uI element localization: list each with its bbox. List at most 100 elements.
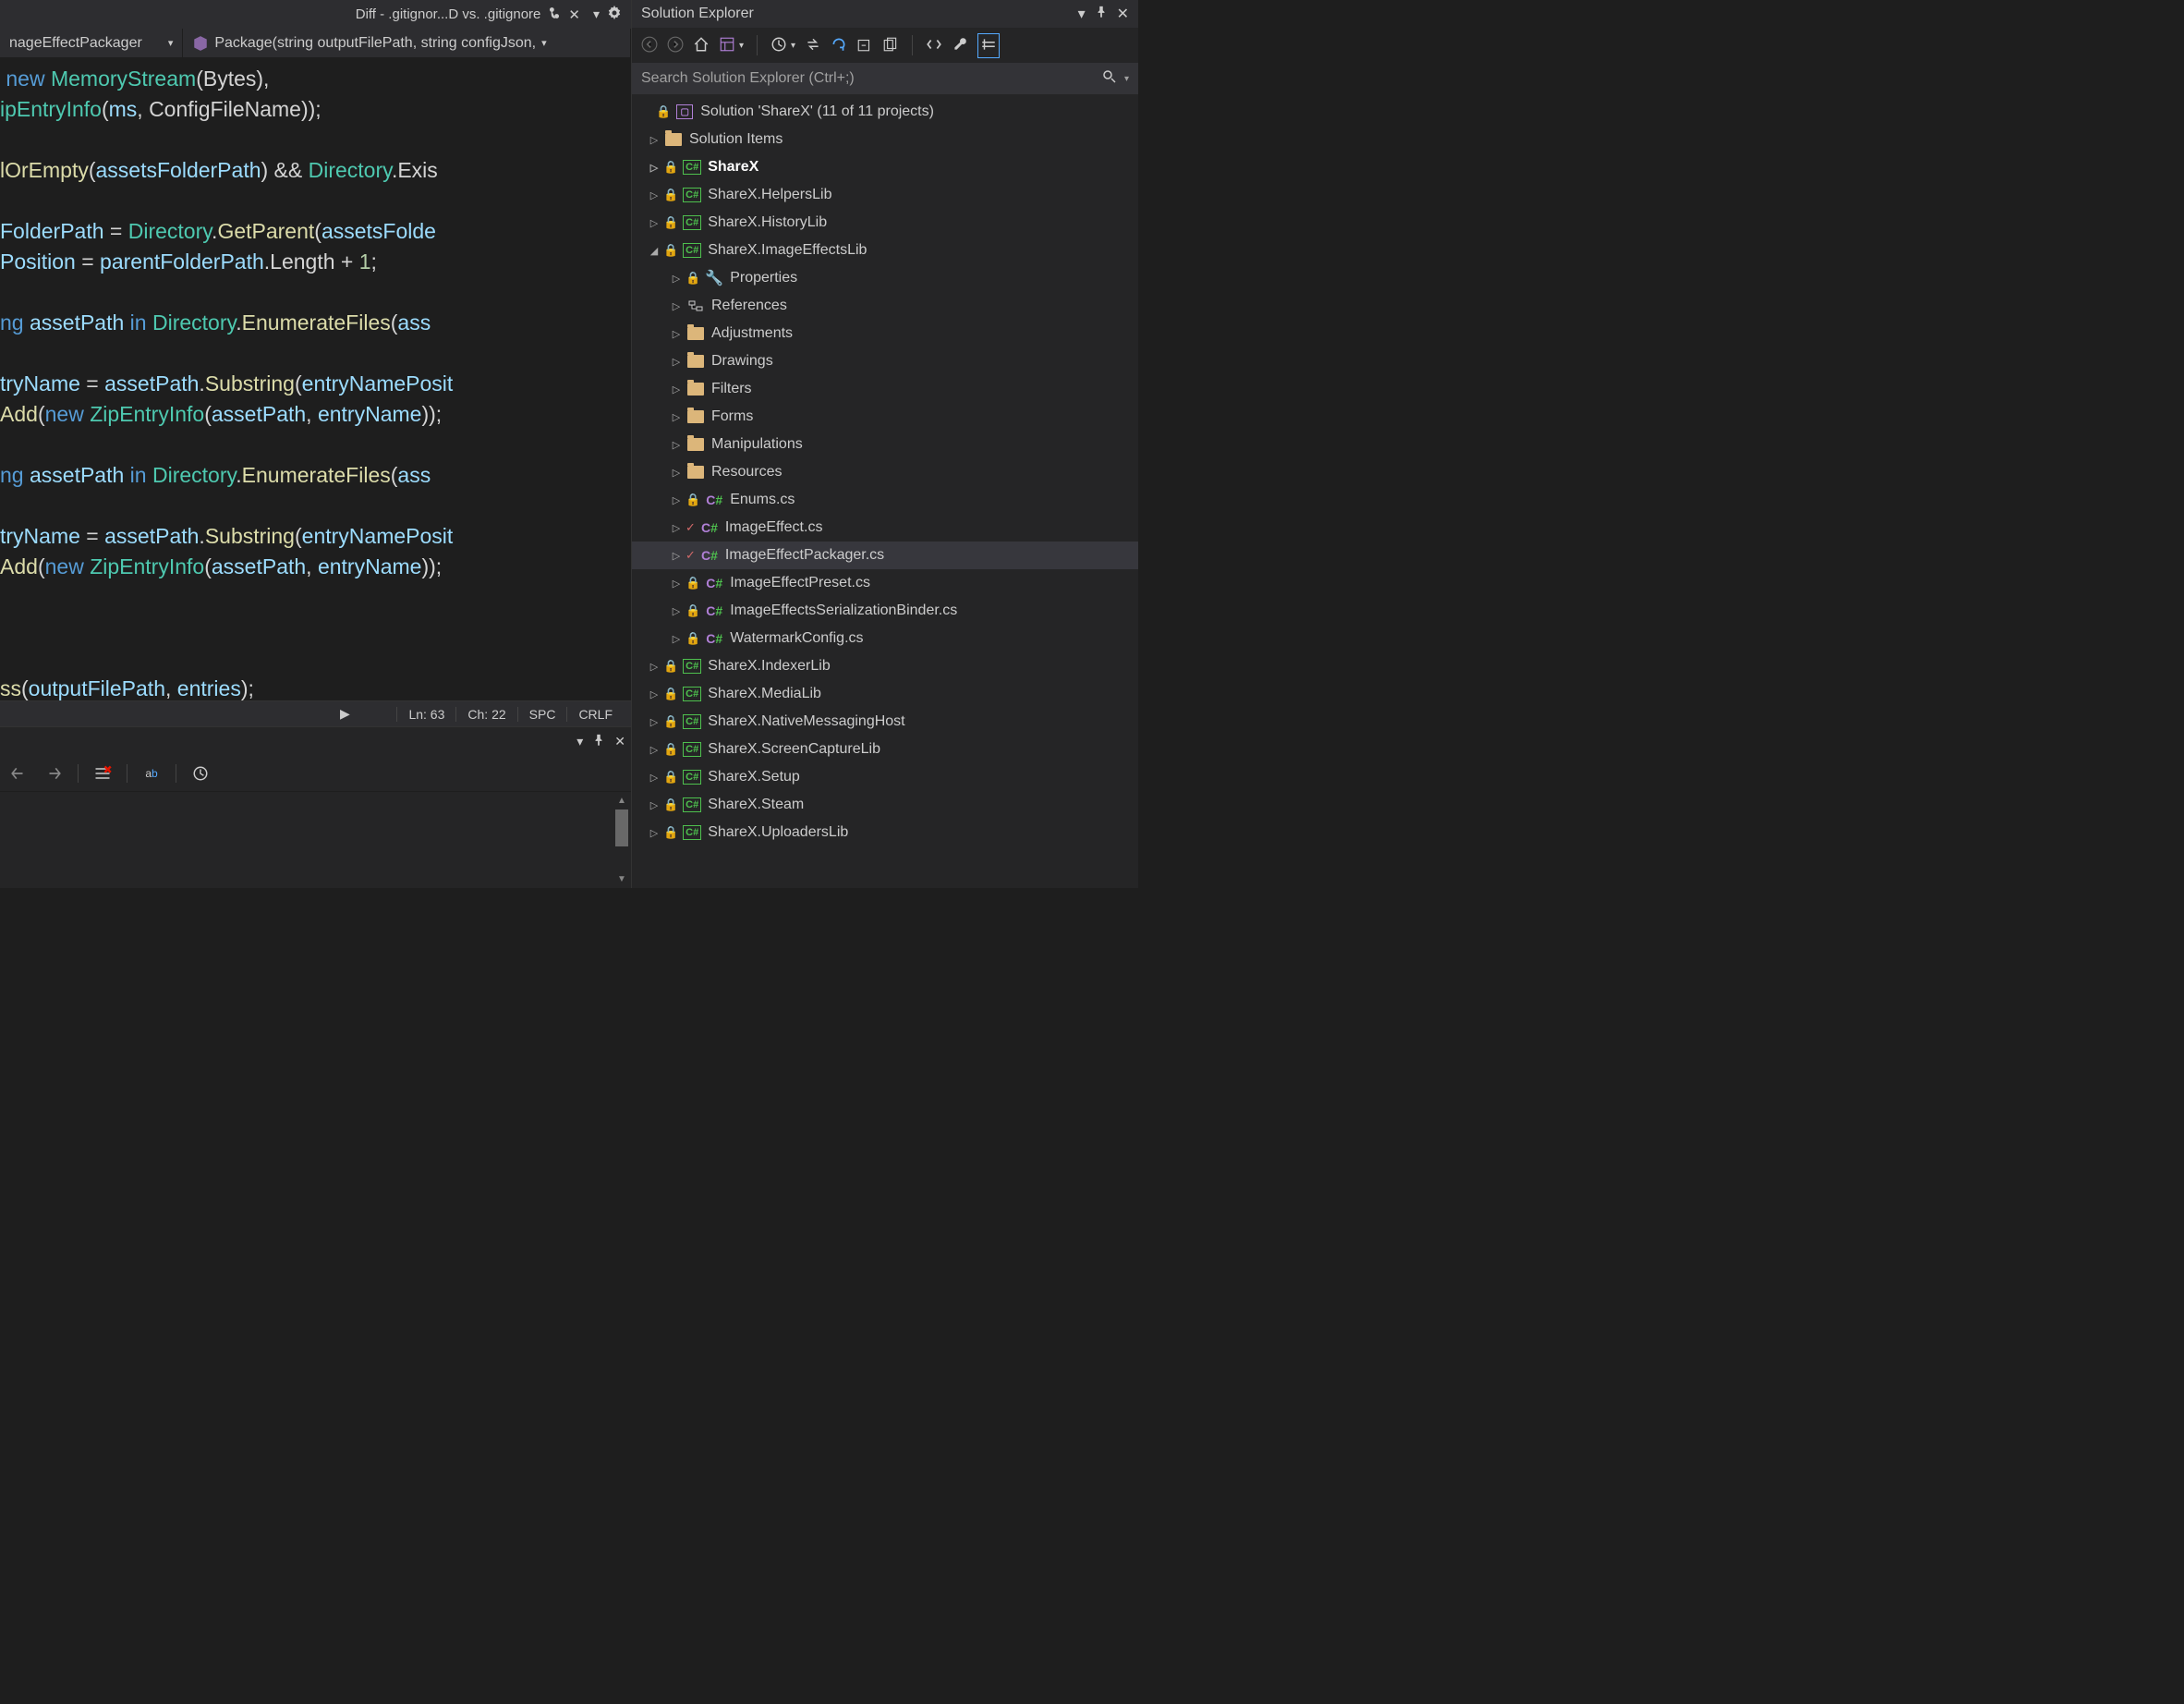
tree-row[interactable]: ▷✓C#ImageEffectPackager.cs <box>632 542 1138 569</box>
switch-views-icon[interactable] <box>719 36 735 55</box>
sync-icon[interactable] <box>805 36 821 55</box>
lock-icon: 🔒 <box>686 631 700 646</box>
tree-row[interactable]: ▷🔒C#ImageEffectPreset.cs <box>632 569 1138 597</box>
prev-change-icon[interactable] <box>7 762 30 785</box>
tree-row[interactable]: ▷🔒C#ShareX.NativeMessagingHost <box>632 708 1138 736</box>
tree-row[interactable]: ▷Manipulations <box>632 431 1138 458</box>
pending-changes-icon[interactable] <box>770 36 787 55</box>
panel-close-icon[interactable]: ✕ <box>1117 5 1129 23</box>
tree-label: Adjustments <box>711 325 793 342</box>
tree-row[interactable]: ▷Filters <box>632 375 1138 403</box>
lock-icon: 🔒 <box>663 659 678 674</box>
tree-row[interactable]: ▷Solution Items <box>632 126 1138 153</box>
tree-row[interactable]: ▷🔒🔧Properties <box>632 264 1138 292</box>
tree-row[interactable]: ▷🔒C#ShareX.MediaLib <box>632 680 1138 708</box>
panel-dropdown-icon[interactable]: ▾ <box>1078 5 1086 23</box>
tree-row[interactable]: ▷References <box>632 292 1138 320</box>
tree-label: ShareX.NativeMessagingHost <box>708 713 904 730</box>
tree-row[interactable]: ▷🔒C#ShareX.HelpersLib <box>632 181 1138 209</box>
toolbar-dropdown-icon[interactable]: ▾ <box>739 41 744 51</box>
status-col[interactable]: Ch: 22 <box>455 707 516 722</box>
tree-row[interactable]: ▷Forms <box>632 403 1138 431</box>
csh-icon: C# <box>682 243 702 258</box>
forward-icon[interactable] <box>667 36 684 55</box>
search-placeholder: Search Solution Explorer (Ctrl+;) <box>641 70 855 87</box>
status-eol[interactable]: CRLF <box>566 707 624 722</box>
tab-settings-icon[interactable] <box>607 6 622 23</box>
solution-root[interactable]: 🔒 ▢ Solution 'ShareX' (11 of 11 projects… <box>632 98 1138 126</box>
csh-icon: C# <box>682 215 702 230</box>
search-icon[interactable] <box>1102 69 1117 89</box>
tree-row[interactable]: ▷🔒C#ShareX.Setup <box>632 763 1138 791</box>
code-editor[interactable]: new MemoryStream(Bytes),ipEntryInfo(ms, … <box>0 58 631 700</box>
tree-row[interactable]: ▷🔒C#ShareX <box>632 153 1138 181</box>
cs-icon: C# <box>704 576 724 590</box>
history-icon[interactable] <box>189 762 212 785</box>
clear-list-icon[interactable] <box>91 762 114 785</box>
tree-row[interactable]: ▷Drawings <box>632 347 1138 375</box>
next-change-icon[interactable] <box>42 762 65 785</box>
tree-label: ShareX.ImageEffectsLib <box>708 242 867 259</box>
tree-label: Drawings <box>711 353 773 370</box>
tree-label: Solution Items <box>689 131 783 148</box>
tree-label: Properties <box>730 270 797 286</box>
tree-row[interactable]: ▷Resources <box>632 458 1138 486</box>
tree-row[interactable]: ▷🔒C#Enums.cs <box>632 486 1138 514</box>
tree-row[interactable]: ▷🔒C#WatermarkConfig.cs <box>632 625 1138 652</box>
home-icon[interactable] <box>693 36 710 55</box>
document-tab[interactable]: Diff - .gitignor...D vs. .gitignore ✕ <box>348 0 588 29</box>
tree-row[interactable]: ▷🔒C#ShareX.UploadersLib <box>632 819 1138 846</box>
status-line[interactable]: Ln: 63 <box>396 707 455 722</box>
tree-row[interactable]: ▷🔒C#ShareX.Steam <box>632 791 1138 819</box>
document-tab-bar: Diff - .gitignor...D vs. .gitignore ✕ ▾ <box>0 0 631 29</box>
tree-row[interactable]: ▷🔒C#ImageEffectsSerializationBinder.cs <box>632 597 1138 625</box>
find-replace-icon[interactable]: ab <box>140 762 163 785</box>
panel-pin-icon[interactable] <box>592 734 605 749</box>
tree-row[interactable]: ▷Adjustments <box>632 320 1138 347</box>
properties-icon[interactable] <box>952 36 968 55</box>
tree-label: ShareX.IndexerLib <box>708 658 831 675</box>
tree-label: ShareX.HistoryLib <box>708 214 827 231</box>
nav-class-dropdown[interactable]: nageEffectPackager ▾ <box>0 29 183 57</box>
lock-icon: 🔒 <box>663 770 678 785</box>
refresh-icon[interactable] <box>831 36 847 55</box>
tree-row[interactable]: ▷🔒C#ShareX.ScreenCaptureLib <box>632 736 1138 763</box>
back-icon[interactable] <box>641 36 658 55</box>
show-all-files-icon[interactable] <box>882 36 899 55</box>
bottom-panel: ▾ ✕ ab ▲ ▼ <box>0 726 631 888</box>
tree-label: ShareX.UploadersLib <box>708 824 848 841</box>
lock-icon: 🔒 <box>656 104 671 119</box>
preview-selected-icon[interactable] <box>977 33 1000 58</box>
tree-row[interactable]: ◢🔒C#ShareX.ImageEffectsLib <box>632 237 1138 264</box>
solution-tree[interactable]: 🔒 ▢ Solution 'ShareX' (11 of 11 projects… <box>632 94 1138 888</box>
csh-icon: C# <box>682 659 702 674</box>
tab-dropdown-icon[interactable]: ▾ <box>593 6 600 22</box>
lock-icon: 🔒 <box>663 160 678 175</box>
tree-label: References <box>711 298 787 314</box>
tree-label: ImageEffectPreset.cs <box>730 575 870 591</box>
tree-row[interactable]: ▷🔒C#ShareX.HistoryLib <box>632 209 1138 237</box>
panel-pin-icon[interactable] <box>1095 6 1108 23</box>
separator <box>78 764 79 783</box>
csh-icon: C# <box>682 797 702 812</box>
panel-dropdown-icon[interactable]: ▾ <box>576 734 583 749</box>
nav-member-dropdown[interactable]: Package(string outputFilePath, string co… <box>183 29 631 57</box>
toolbar-dropdown-icon[interactable]: ▾ <box>791 41 795 51</box>
explorer-search[interactable]: Search Solution Explorer (Ctrl+;) ▾ <box>632 63 1138 94</box>
collapse-all-icon[interactable] <box>856 36 873 55</box>
tree-row[interactable]: ▷🔒C#ShareX.IndexerLib <box>632 652 1138 680</box>
hscroll-right-icon[interactable]: ▶ <box>7 706 350 722</box>
tab-title: Diff - .gitignor...D vs. .gitignore <box>356 6 541 22</box>
cs-icon: C# <box>704 603 724 618</box>
vertical-scrollbar[interactable]: ▲ ▼ <box>614 796 629 884</box>
tree-label: Enums.cs <box>730 492 795 508</box>
view-code-icon[interactable] <box>926 36 942 55</box>
search-dropdown-icon[interactable]: ▾ <box>1124 74 1129 84</box>
checkout-icon: ✓ <box>686 548 696 563</box>
close-tab-icon[interactable]: ✕ <box>568 6 580 23</box>
panel-close-icon[interactable]: ✕ <box>614 734 625 749</box>
explorer-toolbar: ▾ ▾ <box>632 28 1138 63</box>
tree-row[interactable]: ▷✓C#ImageEffect.cs <box>632 514 1138 542</box>
panel-title: Solution Explorer <box>641 6 754 22</box>
status-indent[interactable]: SPC <box>517 707 567 722</box>
